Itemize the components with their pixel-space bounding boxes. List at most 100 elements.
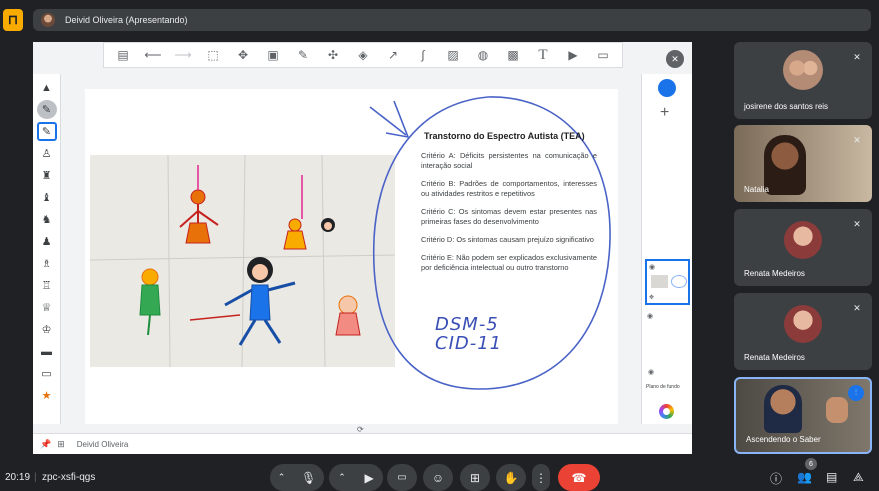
move-icon[interactable]: ✥ [235,47,251,63]
more-options-button[interactable]: ⋮ [532,464,550,491]
web-icon[interactable]: ◍ [475,47,491,63]
hand-icon: ✋ [503,470,519,485]
emoji-icon: ☺ [431,470,445,485]
presenter-banner[interactable]: Deivid Oliveira (Apresentando) [33,9,871,31]
raise-hand-button[interactable]: ✋ [496,464,526,491]
star-icon[interactable]: ★ [37,386,57,405]
criterion-a: Critério A: Déficits persistentes na com… [421,151,597,170]
sticky-note-icon[interactable]: ▣ [265,47,281,63]
eraser-icon[interactable]: ▭ [37,364,57,383]
whiteboard-side-toolbar: ▲ ✎ ✎ ♙ ♜ ♝ ♞ ♟ ♗ ♖ ♕ ♔ ▬ ▭ ★ [33,74,61,424]
child-drawing-photo [90,155,395,367]
redo-icon[interactable]: ⟶ [174,47,191,63]
criterion-b: Critério B: Padrões de comportamentos, i… [421,179,597,198]
app-logo: ⊓ [3,9,23,31]
thumbnail-circle [671,275,687,288]
line-icon[interactable]: ↗ [385,47,401,63]
image-icon[interactable]: ▨ [445,47,461,63]
pencil-round-icon[interactable]: ✎ [36,100,57,119]
video-icon[interactable]: ▶ [565,47,581,63]
participant-name: josirene dos santos reis [744,102,829,111]
eye-icon[interactable]: ◉ [647,312,653,320]
participant-video [764,135,806,195]
add-page-icon[interactable]: + [660,104,669,122]
magic-icon[interactable]: ✣ [325,47,341,63]
more-vert-icon: ⋮ [535,470,547,485]
participant-tile[interactable]: ✕ Natalia [734,125,872,202]
curve-icon[interactable]: ∫ [415,47,431,63]
pen-fine-icon[interactable]: ♙ [37,144,57,163]
color-picker-blue[interactable] [658,79,676,97]
undo-icon[interactable]: ⟵ [144,47,161,63]
captions-button[interactable]: ▭ [387,464,417,491]
chevron-up-icon[interactable]: ⌃ [278,472,286,483]
emoji-button[interactable]: ☺ [423,464,453,491]
present-button[interactable]: ⊞ [460,464,490,491]
microphone-icon[interactable]: 🎙 [301,471,316,485]
eye-icon[interactable]: ◉ [649,263,655,271]
criteria-list: Critério A: Déficits persistentes na com… [421,151,597,281]
participant-tile[interactable]: ✕ josirene dos santos reis [734,42,872,119]
activities-icon[interactable]: ⟁ [853,470,864,485]
people-icon[interactable]: 👥 [797,470,812,484]
mic-off-icon: ✕ [853,51,861,62]
eraser-top-icon[interactable]: ▲ [37,78,57,97]
criterion-d: Critério D: Os sintomas causam prejuízo … [421,235,594,244]
page-thumbnail-1[interactable]: ◉ ✥ [645,259,690,305]
camera-control[interactable]: ⌃ ▶ [329,464,383,491]
info-icon[interactable]: ⓘ [770,470,782,487]
leave-call-button[interactable]: ☎ [558,464,600,491]
calligraphy-icon[interactable]: ♟ [37,232,57,251]
page-thumbnail-2[interactable]: ◉ [645,310,690,358]
camera-icon[interactable]: ▶ [364,471,373,485]
highlighter-icon[interactable]: ♞ [37,210,57,229]
slide-title: Transtorno do Espectro Autista (TEA) [424,131,585,141]
participant-tile-active[interactable]: ⫶ Ascendendo o Saber [734,377,872,454]
text-icon[interactable]: T [535,47,551,63]
whiteboard-top-toolbar: ▤ ⟵ ⟶ ⬚ ✥ ▣ ✎ ✣ ◈ ↗ ∫ ▨ ◍ ▩ T ▶ ▭ [103,42,623,68]
mic-off-icon: ✕ [853,302,861,313]
thumbnail-options-icon[interactable]: ✥ [649,294,654,301]
end-call-icon: ☎ [571,470,587,485]
present-screen-icon[interactable]: ⊞ [57,439,65,450]
pencil-icon[interactable]: ✎ [36,122,57,141]
microphone-control[interactable]: ⌃ 🎙 [270,464,324,491]
pin-icon[interactable]: 📌 [40,439,51,450]
avatar [784,221,822,259]
stage-footer: 📌 ⊞ Deivid Oliveira [33,433,692,454]
shapes-icon[interactable]: ◈ [355,47,371,63]
participant-name: Ascendendo o Saber [746,435,821,444]
captions-icon: ▭ [397,472,407,483]
marker-icon[interactable]: ♜ [37,166,57,185]
brush-icon[interactable]: ♝ [37,188,57,207]
handwritten-line-2: CID-11 [435,333,503,354]
meeting-code: zpc-xsfi-qgs [42,472,96,483]
handwritten-note: DSM-5 CID-11 [435,315,502,353]
select-icon[interactable]: ⬚ [205,47,221,63]
color-palette-icon[interactable] [659,404,674,419]
participant-tile[interactable]: ✕ Renata Medeiros [734,293,872,370]
fullscreen-icon[interactable]: ▭ [595,47,611,63]
mic-off-icon: ✕ [853,134,861,145]
background-eye-icon[interactable]: ◉ [648,368,654,376]
chat-icon[interactable]: ▤ [826,470,837,484]
criterion-e: Critério E: Não podem ser explicados exc… [421,253,597,272]
spray-icon[interactable]: ♔ [37,320,57,339]
block-eraser-icon[interactable]: ▬ [37,342,57,361]
presentation-stage: ▤ ⟵ ⟶ ⬚ ✥ ▣ ✎ ✣ ◈ ↗ ∫ ▨ ◍ ▩ T ▶ ▭ ✕ ▲ ✎ … [33,42,692,454]
chevron-up-icon[interactable]: ⌃ [338,472,346,483]
background-label: Plano de fundo [646,384,680,390]
participant-tile[interactable]: ✕ Renata Medeiros [734,209,872,286]
pages-panel: + ◉ ✥ ◉ ◉ Plano de fundo [641,74,692,424]
whiteboard-slide[interactable]: Transtorno do Espectro Autista (TEA) Cri… [85,89,618,424]
crayon-icon[interactable]: ♗ [37,254,57,273]
footer-presenter-name: Deivid Oliveira [76,439,129,449]
media-icon[interactable]: ▩ [505,47,521,63]
menu-icon[interactable]: ▤ [115,47,131,63]
chalk-icon[interactable]: ♖ [37,276,57,295]
participant-count-badge: 6 [805,458,817,470]
child-drawing-art [90,155,395,367]
participant-name: Natalia [744,185,769,194]
fountain-pen-icon[interactable]: ♕ [37,298,57,317]
pen-icon[interactable]: ✎ [295,47,311,63]
